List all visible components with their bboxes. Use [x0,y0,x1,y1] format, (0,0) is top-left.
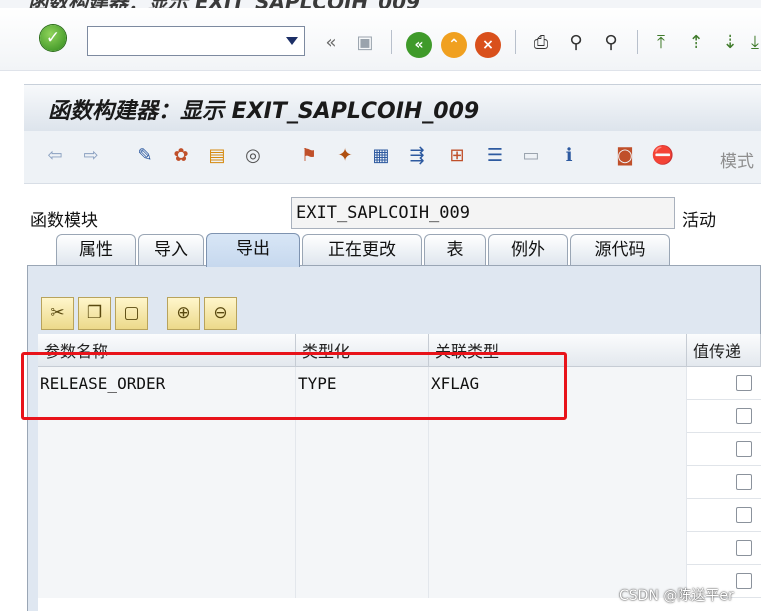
typing-cell[interactable] [296,433,429,466]
navigation-icon[interactable]: ⇶ [404,143,430,169]
column-header-pass-by-value[interactable]: 值传递 [687,334,761,367]
window-title-strip: 函数构建器：显示 EXIT_SAPLCOIH_009 [0,0,761,8]
title-bar: 函数构建器：显示 EXIT_SAPLCOIH_009 [24,84,761,132]
first-page-icon[interactable]: ⤒ [648,30,674,56]
typing-cell[interactable] [296,565,429,598]
test-icon[interactable]: ✦ [332,143,358,169]
tab-export[interactable]: 导出 [206,233,300,267]
command-input[interactable] [88,27,288,55]
table-row[interactable] [38,433,761,466]
status-label: 活动 [682,211,716,231]
tab-exceptions[interactable]: 例外 [488,234,568,265]
tab-strip: 属性 导入 导出 正在更改 表 例外 源代码 [0,233,761,267]
display-change-icon[interactable]: ✎ [132,143,158,169]
pass-by-value-checkbox[interactable] [736,441,752,457]
pass-by-value-checkbox[interactable] [736,573,752,589]
associated-type-cell[interactable] [429,433,687,466]
next-page-icon[interactable]: ⇣ [717,30,743,56]
associated-type-cell[interactable] [429,466,687,499]
pretty-printer-icon[interactable]: ▭ [518,143,544,169]
back-icon[interactable]: « [406,32,432,58]
table-row[interactable] [38,532,761,565]
hierarchy-icon[interactable]: ⊞ [444,143,470,169]
last-page-icon[interactable]: ⤓ [742,30,761,56]
pass-by-value-checkbox[interactable] [736,540,752,556]
pass-by-value-checkbox[interactable] [736,507,752,523]
tab-changing[interactable]: 正在更改 [302,234,422,265]
function-module-label: 函数模块 [30,211,98,231]
toolbar-separator [637,30,638,54]
typing-cell[interactable] [296,466,429,499]
pass-by-value-checkbox[interactable] [736,474,752,490]
parameter-name-cell[interactable] [38,466,296,499]
parameter-name-cell[interactable] [38,433,296,466]
print-icon[interactable]: ⎙ [528,30,554,56]
find-next-icon[interactable]: ⚲ [598,30,624,56]
cut-icon[interactable]: ✂ [41,297,74,330]
dropdown-arrow-icon[interactable] [286,37,298,45]
check-icon[interactable]: ✓ [40,25,66,51]
previous-page-icon[interactable]: ⇡ [683,30,709,56]
function-module-field[interactable]: EXIT_SAPLCOIH_009 [291,197,675,229]
parameter-name-cell[interactable] [38,565,296,598]
paste-icon[interactable]: ▢ [115,297,148,330]
where-used-icon[interactable]: ⚑ [296,143,322,169]
tab-source-code[interactable]: 源代码 [570,234,670,265]
collapse-icon[interactable]: « [318,30,344,56]
pass-by-value-checkbox[interactable] [736,408,752,424]
csdn-watermark: CSDN @陈送平er [619,588,734,604]
table-row[interactable] [38,466,761,499]
page-title: 函数构建器：显示 EXIT_SAPLCOIH_009 [48,99,480,124]
command-field[interactable] [87,26,305,56]
object-list-icon[interactable]: ▦ [368,143,394,169]
parameter-name-cell[interactable] [38,532,296,565]
toolbar-separator [515,30,516,54]
toolbar-separator [391,30,392,54]
associated-type-cell[interactable] [429,532,687,565]
save-icon[interactable]: ▣ [352,30,378,56]
insert-row-icon[interactable]: ⊕ [167,297,200,330]
table-row[interactable] [38,499,761,532]
tab-import[interactable]: 导入 [138,234,204,265]
window-title: 函数构建器：显示 EXIT_SAPLCOIH_009 [28,0,420,8]
breakpoint-icon[interactable]: ◙ [612,143,638,169]
typing-cell[interactable] [296,532,429,565]
copy-icon[interactable]: ❐ [78,297,111,330]
highlight-annotation-box [21,352,567,420]
activate-icon[interactable]: ◎ [240,143,266,169]
mode-button[interactable]: 模式 [720,147,754,172]
forward-arrow-icon[interactable]: ⇨ [78,143,104,169]
pattern-icon[interactable]: ☰ [482,143,508,169]
check-object-icon[interactable]: ▤ [204,143,230,169]
cancel-icon[interactable]: × [475,32,501,58]
application-toolbar: ⇦ ⇨ ✎ ✿ ▤ ◎ ⚑ ✦ ▦ ⇶ ⊞ ☰ ▭ ℹ ◙ ⛔ 模式 [24,131,761,184]
typing-cell[interactable] [296,499,429,532]
back-arrow-icon[interactable]: ⇦ [42,143,68,169]
other-object-icon[interactable]: ✿ [168,143,194,169]
find-icon[interactable]: ⚲ [563,30,589,56]
tab-tables[interactable]: 表 [424,234,486,265]
tab-attributes[interactable]: 属性 [56,234,136,265]
exit-icon[interactable]: ⌃ [441,32,467,58]
stop-icon[interactable]: ⛔ [650,143,676,169]
associated-type-cell[interactable] [429,499,687,532]
info-icon[interactable]: ℹ [556,143,582,169]
delete-row-icon[interactable]: ⊖ [204,297,237,330]
pass-by-value-checkbox[interactable] [736,375,752,391]
parameter-name-cell[interactable] [38,499,296,532]
